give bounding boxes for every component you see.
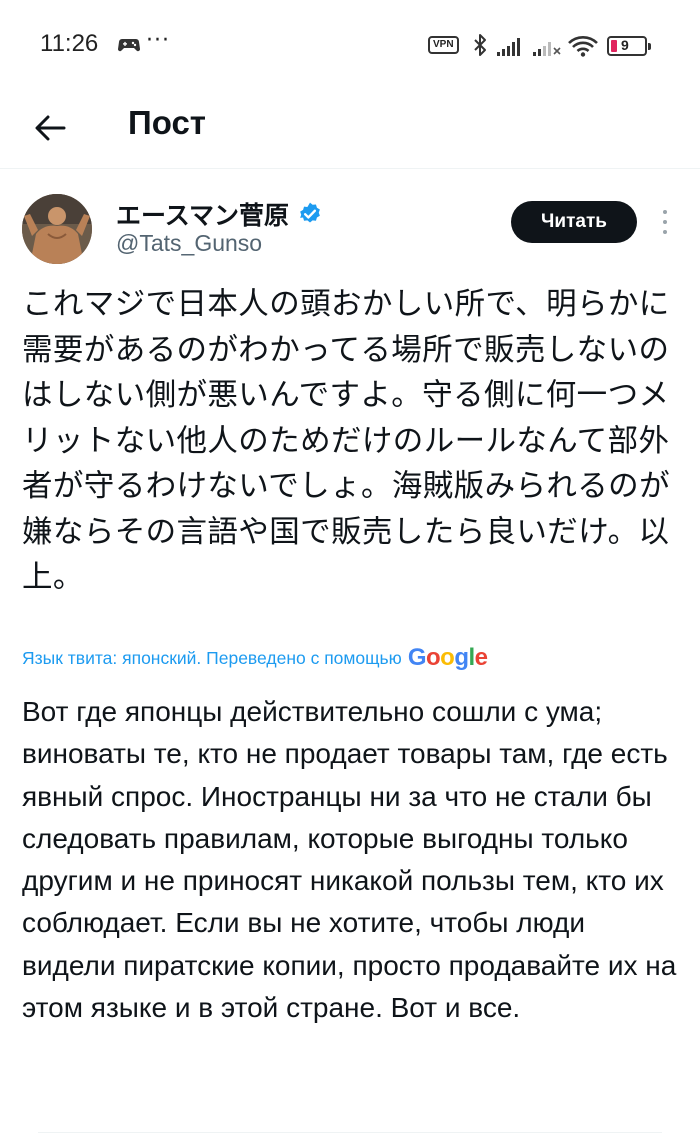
- author-name[interactable]: エースマン菅原: [116, 196, 323, 232]
- status-bar: 11:26 ··· VPN 9: [0, 0, 700, 92]
- more-dot-icon: [663, 220, 667, 224]
- vpn-badge: VPN: [428, 36, 459, 54]
- divider: [38, 1132, 662, 1133]
- follow-button[interactable]: Читать: [511, 201, 637, 243]
- status-more-dots: ···: [146, 28, 170, 53]
- avatar-image: [22, 194, 92, 264]
- translation-attribution[interactable]: Язык твита: японский. Переведено с помощ…: [22, 644, 682, 672]
- post-original-text: これマジで日本人の頭おかしい所で、明らかに需要があるのがわかってる場所で販売しな…: [22, 287, 670, 595]
- signal-weak-icon: [533, 42, 561, 56]
- battery-percent: 9: [621, 37, 629, 53]
- author-display-name[interactable]: エースマン菅原: [116, 196, 289, 232]
- more-dot-icon: [663, 210, 667, 214]
- google-logo: Google: [407, 644, 488, 671]
- avatar[interactable]: [22, 194, 92, 264]
- arrow-left-icon: [35, 115, 66, 141]
- back-button[interactable]: [28, 106, 72, 150]
- status-time: 11:26: [40, 30, 99, 57]
- top-app-bar: Пост: [0, 92, 700, 169]
- author-handle[interactable]: @Tats_Gunso: [116, 230, 262, 257]
- signal-icon: [497, 38, 520, 56]
- more-options-button[interactable]: [655, 206, 675, 238]
- bluetooth-icon: [474, 34, 486, 56]
- battery-level: [611, 40, 617, 52]
- verified-badge-icon: [300, 202, 320, 223]
- page-title: Пост: [128, 104, 206, 141]
- more-dot-icon: [663, 230, 667, 234]
- wifi-icon: [568, 36, 598, 57]
- post-translated-text: Вот где японцы действительно сошли с ума…: [22, 696, 677, 1024]
- gamepad-icon: [118, 39, 140, 52]
- battery-icon: 9: [607, 36, 651, 56]
- battery-tip: [648, 43, 651, 50]
- translation-note[interactable]: Язык твита: японский. Переведено с помощ…: [22, 648, 402, 669]
